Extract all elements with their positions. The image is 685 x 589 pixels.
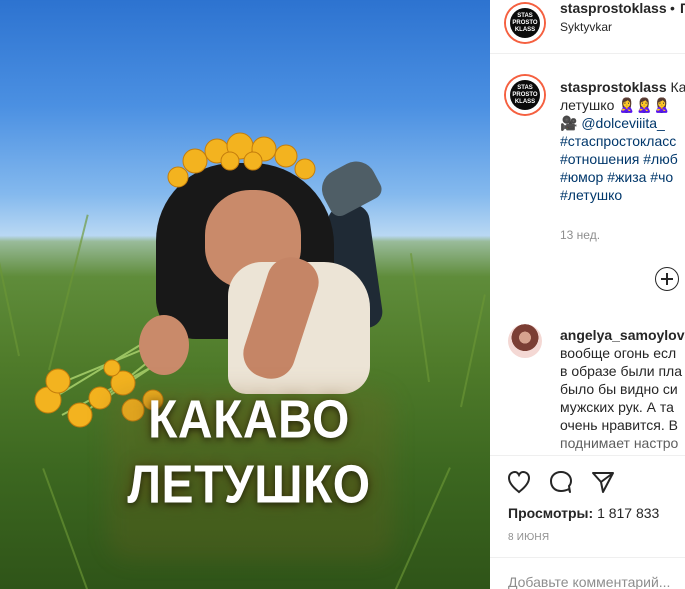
post-relative-time[interactable]: 13 нед. (560, 228, 600, 242)
post-sidebar: STAS PROSTO KLASS stasprostoklass • П Sy… (490, 0, 685, 589)
views-number: 1 817 833 (597, 505, 660, 521)
video-overlay-caption: КАКАВО ЛЕТУШКО (106, 388, 392, 518)
add-comment-field[interactable]: Добавьте комментарий... (490, 557, 685, 589)
comment-placeholder: Добавьте комментарий... (508, 574, 671, 589)
plus-circle-icon[interactable] (655, 267, 679, 291)
mention-link[interactable]: @dolceviiita_ (581, 115, 664, 131)
post-video-image[interactable]: КАКАВО ЛЕТУШКО (0, 0, 490, 589)
grass-blade-decoration (409, 253, 430, 383)
comment-username[interactable]: angelya_samoylova (560, 327, 685, 343)
overlay-line-1: КАКАВО (148, 390, 350, 450)
grass-blade-decoration (390, 467, 451, 589)
hashtag-line-1[interactable]: #стаспростокласс (560, 132, 685, 150)
heart-icon[interactable] (505, 468, 533, 496)
caption-start: Ка (670, 79, 685, 95)
hashtag-line-2[interactable]: #отношения #люб (560, 150, 685, 168)
grass-blade-decoration (0, 238, 20, 357)
overlay-line-2: ЛЕТУШКО (127, 455, 371, 515)
caption-username[interactable]: stasprostoklass (560, 79, 667, 95)
profile-avatar[interactable]: STAS PROSTO KLASS (506, 4, 544, 42)
hashtag-line-3[interactable]: #юмор #жиза #чо (560, 168, 685, 186)
profile-avatar-icon: STAS PROSTO KLASS (510, 80, 540, 110)
grass-blade-decoration (42, 468, 92, 589)
grass-blade-decoration (460, 294, 486, 408)
comment-line-2: в образе были пла (560, 363, 682, 379)
header-username[interactable]: stasprostoklass (560, 0, 667, 16)
post-caption: stasprostoklass Ка летушко 🙎‍♀️🙎‍♀️🙎‍♀️ … (560, 78, 685, 204)
post-header: STAS PROSTO KLASS stasprostoklass • П Sy… (490, 0, 685, 54)
comment-avatar-icon[interactable] (508, 324, 542, 358)
caption-line-2: летушко 🙎‍♀️🙎‍♀️🙎‍♀️ (560, 97, 671, 113)
post-date: 8 ИЮНЯ (508, 532, 550, 543)
comment-line-5: очень нравится. В (560, 417, 678, 433)
profile-avatar-icon: STAS PROSTO KLASS (510, 8, 540, 38)
comment-item: angelya_samoylova вообще огонь есл в обр… (560, 326, 685, 452)
header-follow-partial[interactable]: П (680, 0, 685, 16)
comment-line-4: мужских рук. А та (560, 399, 674, 415)
comment-line-3: было бы видно си (560, 381, 678, 397)
comment-bubble-icon[interactable] (547, 468, 575, 496)
views-label: Просмотры: (508, 505, 594, 521)
hashtag-line-4[interactable]: #летушко (560, 186, 685, 204)
caption-avatar[interactable]: STAS PROSTO KLASS (506, 76, 544, 114)
views-count: Просмотры: 1 817 833 (508, 505, 659, 521)
comment-line-1: вообще огонь есл (560, 345, 677, 361)
post-actions: Просмотры: 1 817 833 8 ИЮНЯ Добавьте ком… (490, 455, 685, 589)
mention-emoji: 🎥 (560, 115, 578, 131)
dandelion-wreath (167, 132, 316, 188)
paper-plane-icon[interactable] (589, 468, 617, 496)
header-separator: • (670, 0, 675, 16)
location-link[interactable]: Syktyvkar (560, 20, 612, 34)
